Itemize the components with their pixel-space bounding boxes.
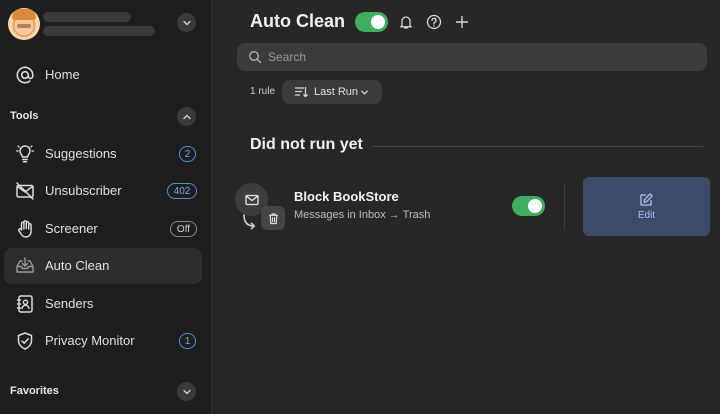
add-rule-plus-icon[interactable] (454, 14, 470, 30)
sidebar-item-label: Suggestions (45, 146, 117, 161)
sidebar-item-label: Unsubscriber (45, 183, 122, 198)
help-icon[interactable] (426, 14, 442, 30)
privacy-monitor-count-badge: 1 (179, 333, 196, 349)
sidebar-item-label: Home (45, 67, 80, 82)
at-sign-icon (15, 65, 35, 85)
sidebar-item-label: Auto Clean (45, 258, 110, 273)
sidebar-item-screener[interactable]: Screener Off (4, 211, 202, 247)
tools-section-label: Tools (10, 110, 39, 122)
sidebar-item-unsubscriber[interactable]: Unsubscriber 402 (4, 173, 202, 209)
search-icon (248, 50, 262, 64)
mail-off-icon (15, 181, 35, 201)
group-title: Did not run yet (250, 136, 363, 153)
account-email-redacted (43, 26, 155, 36)
contacts-book-icon (15, 294, 35, 314)
sidebar-item-auto-clean[interactable]: Auto Clean (4, 248, 202, 284)
sidebar-item-senders[interactable]: Senders (4, 286, 202, 322)
sidebar-item-home[interactable]: Home (4, 57, 202, 93)
hand-icon (15, 219, 35, 239)
shield-check-icon (15, 331, 35, 351)
sidebar-item-privacy-monitor[interactable]: Privacy Monitor 1 (4, 323, 202, 359)
account-profile[interactable] (8, 8, 204, 40)
chevron-down-icon (361, 90, 368, 95)
group-divider (372, 146, 703, 147)
sidebar-item-suggestions[interactable]: Suggestions 2 (4, 136, 202, 172)
curved-arrow-icon (243, 214, 256, 230)
tools-collapse-chevron-up-icon[interactable] (177, 107, 196, 126)
bell-icon[interactable] (398, 14, 414, 30)
sort-label: Last Run (314, 86, 359, 98)
lightbulb-icon (15, 144, 35, 164)
unsubscriber-count-badge: 402 (167, 183, 197, 199)
sidebar: Home Tools Suggestions 2 Unsubscriber 40… (0, 0, 212, 414)
favorites-section-label: Favorites (10, 385, 59, 397)
screener-status-badge: Off (170, 221, 197, 237)
sidebar-item-label: Privacy Monitor (45, 333, 135, 348)
trash-icon (261, 206, 285, 230)
search-input[interactable] (268, 43, 688, 71)
page-title: Auto Clean (250, 11, 346, 31)
inbox-clean-icon (15, 256, 35, 276)
rule-divider (564, 183, 565, 230)
account-menu-chevron-down-icon[interactable] (177, 13, 196, 32)
auto-clean-enabled-toggle[interactable] (355, 12, 388, 32)
suggestions-count-badge: 2 (179, 146, 196, 162)
edit-rule-button[interactable]: Edit (583, 177, 710, 236)
rule-count: 1 rule (250, 86, 276, 97)
sort-icon (294, 86, 308, 98)
edit-pencil-icon (640, 193, 653, 206)
avatar (8, 8, 40, 40)
sidebar-item-label: Screener (45, 221, 98, 236)
sort-dropdown[interactable]: Last Run (282, 80, 382, 104)
sidebar-item-label: Senders (45, 296, 94, 311)
rule-enabled-toggle[interactable] (512, 196, 545, 216)
rule-description: Messages in Inbox → Trash (294, 209, 431, 221)
search-bar (237, 43, 707, 71)
favorites-expand-chevron-down-icon[interactable] (177, 382, 196, 401)
account-name-redacted (43, 12, 131, 22)
edit-label: Edit (637, 210, 656, 221)
rule-name: Block BookStore (294, 189, 399, 204)
